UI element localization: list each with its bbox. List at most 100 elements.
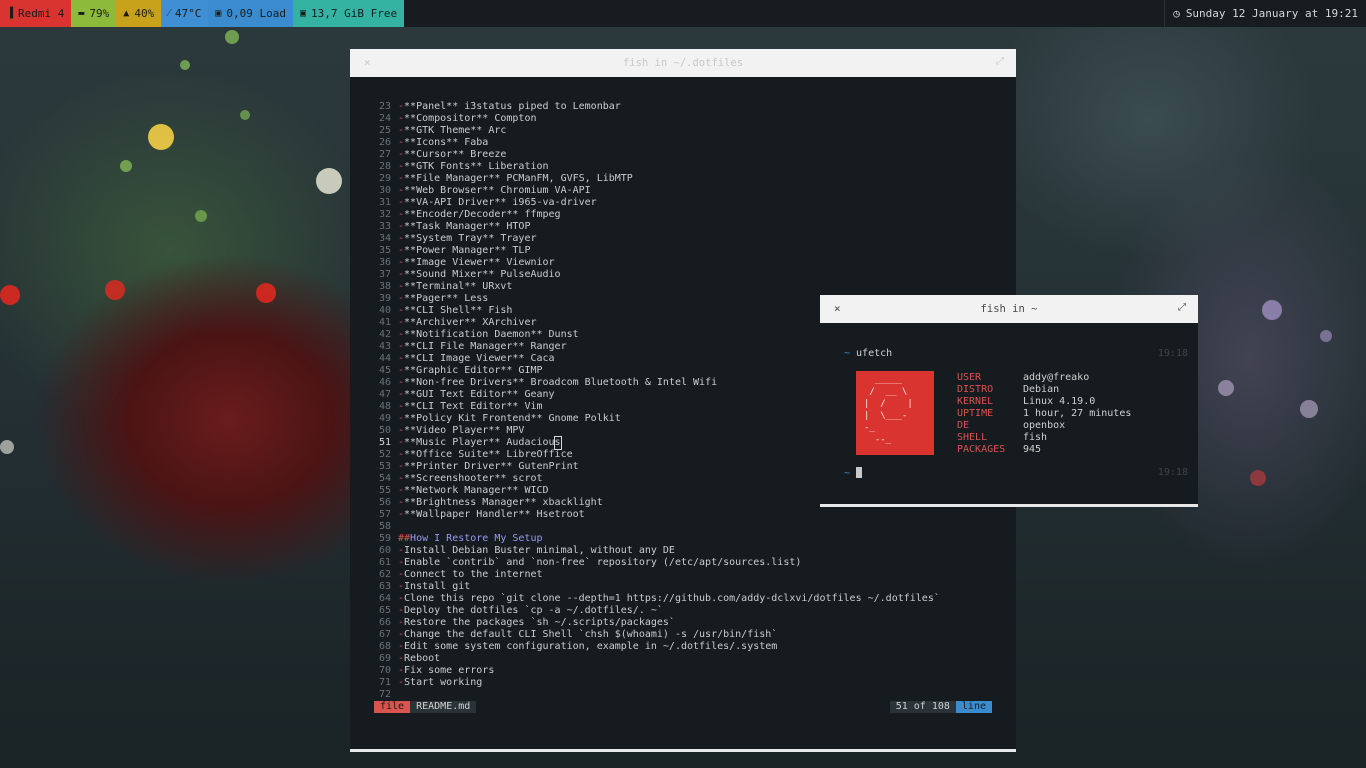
line-text: **Wallpaper Handler** Hsetroot — [404, 509, 585, 520]
editor-line[interactable]: 33- **Task Manager** HTOP — [370, 221, 1010, 233]
statusline-filename: README.md — [410, 701, 477, 713]
editor-line[interactable]: 60- Install Debian Buster minimal, witho… — [370, 545, 1010, 557]
clock: ◷ Sunday 12 January at 19:21 — [1164, 0, 1366, 27]
editor-line[interactable]: 71- Start working — [370, 677, 1010, 689]
line-number: 66 — [378, 617, 391, 628]
line-number: 58 — [378, 521, 391, 532]
editor-line[interactable]: 72 — [370, 689, 1010, 701]
line-number: 71 — [378, 677, 391, 688]
line-text: **Encoder/Decoder** ffmpeg — [404, 209, 561, 220]
editor-line[interactable]: 67- Change the default CLI Shell `chsh $… — [370, 629, 1010, 641]
status-segment-label: Redmi 4 — [18, 7, 65, 20]
editor-line[interactable]: 57- **Wallpaper Handler** Hsetroot — [370, 509, 1010, 521]
line-number: 44 — [378, 353, 391, 364]
line-number: 60 — [378, 545, 391, 556]
editor-line[interactable]: 70- Fix some errors — [370, 665, 1010, 677]
line-text: **Icons** Faba — [404, 137, 489, 148]
editor-line[interactable]: 35- **Power Manager** TLP — [370, 245, 1010, 257]
editor-line[interactable]: 37- **Sound Mixer** PulseAudio — [370, 269, 1010, 281]
editor-line[interactable]: 24- **Compositor** Compton — [370, 113, 1010, 125]
info-row: USER addy@freako — [957, 372, 1131, 384]
editor-line[interactable]: 29- **File Manager** PCManFM, GVFS, LibM… — [370, 173, 1010, 185]
info-row: KERNEL Linux 4.19.0 — [957, 396, 1131, 408]
line-text: **GUI Text Editor** Geany — [404, 389, 555, 400]
status-segment-label: 13,7 GiB Free — [311, 7, 398, 20]
line-number: 70 — [378, 665, 391, 676]
line-number: 69 — [378, 653, 391, 664]
line-number: 24 — [378, 113, 391, 124]
status-segment-label: 47°C — [174, 7, 202, 20]
info-key: PACKAGES — [957, 444, 1006, 455]
editor-line[interactable]: 23- **Panel** i3status piped to Lemonbar — [370, 101, 1010, 113]
close-icon[interactable]: × — [364, 56, 371, 69]
editor-line[interactable]: 68- Edit some system configuration, exam… — [370, 641, 1010, 653]
cpu-icon: ▣ — [215, 8, 222, 19]
shell-prompt-active[interactable]: ~ — [844, 467, 863, 479]
line-text: **GTK Theme** Arc — [404, 125, 507, 136]
editor-line[interactable]: 62- Connect to the internet — [370, 569, 1010, 581]
line-text: **Graphic Editor** GIMP — [404, 365, 543, 376]
editor-cursor: s — [553, 436, 562, 450]
prompt-time: 19:18 — [1157, 348, 1188, 359]
info-value: 945 — [1023, 444, 1042, 455]
window-titlebar[interactable]: × fish in ~/.dotfiles ⤢ — [350, 49, 1016, 77]
terminal-window-ufetch[interactable]: × fish in ~ ⤢ ~ ufetch 19:18 _____ / __ \… — [820, 295, 1198, 507]
line-text: **GTK Fonts** Liberation — [404, 161, 549, 172]
editor-line[interactable]: 61- Enable `contrib` and `non-free` repo… — [370, 557, 1010, 569]
markdown-heading: How I Restore My Setup — [410, 533, 543, 544]
line-number: 48 — [378, 401, 391, 412]
editor-line[interactable]: 69- Reboot — [370, 653, 1010, 665]
statusline-mode: file — [374, 701, 411, 713]
clock-text: Sunday 12 January at 19:21 — [1185, 7, 1358, 20]
info-row: PACKAGES 945 — [957, 444, 1131, 456]
maximize-icon[interactable]: ⤢ — [996, 56, 1004, 67]
prompt-tilde: ~ — [844, 467, 851, 479]
line-text: **Printer Driver** GutenPrint — [404, 461, 579, 472]
line-text: **CLI File Manager** Ranger — [404, 341, 567, 352]
command-text: ufetch — [856, 348, 893, 359]
editor-line[interactable]: 38- **Terminal** URxvt — [370, 281, 1010, 293]
status-segment-label: 40% — [134, 7, 155, 20]
editor-line[interactable]: 66- Restore the packages `sh ~/.scripts/… — [370, 617, 1010, 629]
info-key: SHELL — [957, 432, 988, 443]
editor-line[interactable]: 32- **Encoder/Decoder** ffmpeg — [370, 209, 1010, 221]
line-number: 68 — [378, 641, 391, 652]
editor-line[interactable]: 25- **GTK Theme** Arc — [370, 125, 1010, 137]
editor-line[interactable]: 63- Install git — [370, 581, 1010, 593]
thermometer-icon: ⁄ — [168, 8, 170, 19]
editor-line[interactable]: 59 ## How I Restore My Setup — [370, 533, 1010, 545]
line-text: Install Debian Buster minimal, without a… — [404, 545, 675, 556]
line-text: **Notification Daemon** Dunst — [404, 329, 579, 340]
line-text: **CLI Text Editor** Vim — [404, 401, 543, 412]
line-text: **Network Manager** WICD — [404, 485, 549, 496]
bell-icon: ▲ — [123, 8, 130, 19]
line-text: Connect to the internet — [404, 569, 543, 580]
text-cursor — [856, 467, 863, 478]
editor-line[interactable]: 27- **Cursor** Breeze — [370, 149, 1010, 161]
statusline-position: 51 of 108 — [889, 701, 956, 713]
editor-line[interactable]: 26- **Icons** Faba — [370, 137, 1010, 149]
editor-line[interactable]: 28- **GTK Fonts** Liberation — [370, 161, 1010, 173]
line-number: 38 — [378, 281, 391, 292]
line-text: **Video Player** MPV — [404, 425, 525, 436]
info-row: SHELL fish — [957, 432, 1131, 444]
line-text: Start working — [404, 677, 483, 688]
window-titlebar[interactable]: × fish in ~ ⤢ — [820, 295, 1198, 323]
line-text: Edit some system configuration, example … — [404, 641, 778, 652]
line-text: Clone this repo `git clone --depth=1 htt… — [404, 593, 940, 604]
line-text: **VA-API Driver** i965-va-driver — [404, 197, 597, 208]
editor-line[interactable]: 36- **Image Viewer** Viewnior — [370, 257, 1010, 269]
editor-line[interactable]: 65- Deploy the dotfiles `cp -a ~/.dotfil… — [370, 605, 1010, 617]
editor-line[interactable]: 34- **System Tray** Trayer — [370, 233, 1010, 245]
line-number: 59 — [378, 533, 391, 544]
editor-line[interactable]: 64- Clone this repo `git clone --depth=1… — [370, 593, 1010, 605]
close-icon[interactable]: × — [834, 302, 841, 315]
info-value: fish — [1023, 432, 1048, 443]
line-number: 51 — [378, 437, 391, 448]
line-number: 32 — [378, 209, 391, 220]
maximize-icon[interactable]: ⤢ — [1178, 302, 1186, 313]
editor-line[interactable]: 31- **VA-API Driver** i965-va-driver — [370, 197, 1010, 209]
editor-line[interactable]: 30- **Web Browser** Chromium VA-API — [370, 185, 1010, 197]
line-number: 65 — [378, 605, 391, 616]
editor-line[interactable]: 58 — [370, 521, 1010, 533]
